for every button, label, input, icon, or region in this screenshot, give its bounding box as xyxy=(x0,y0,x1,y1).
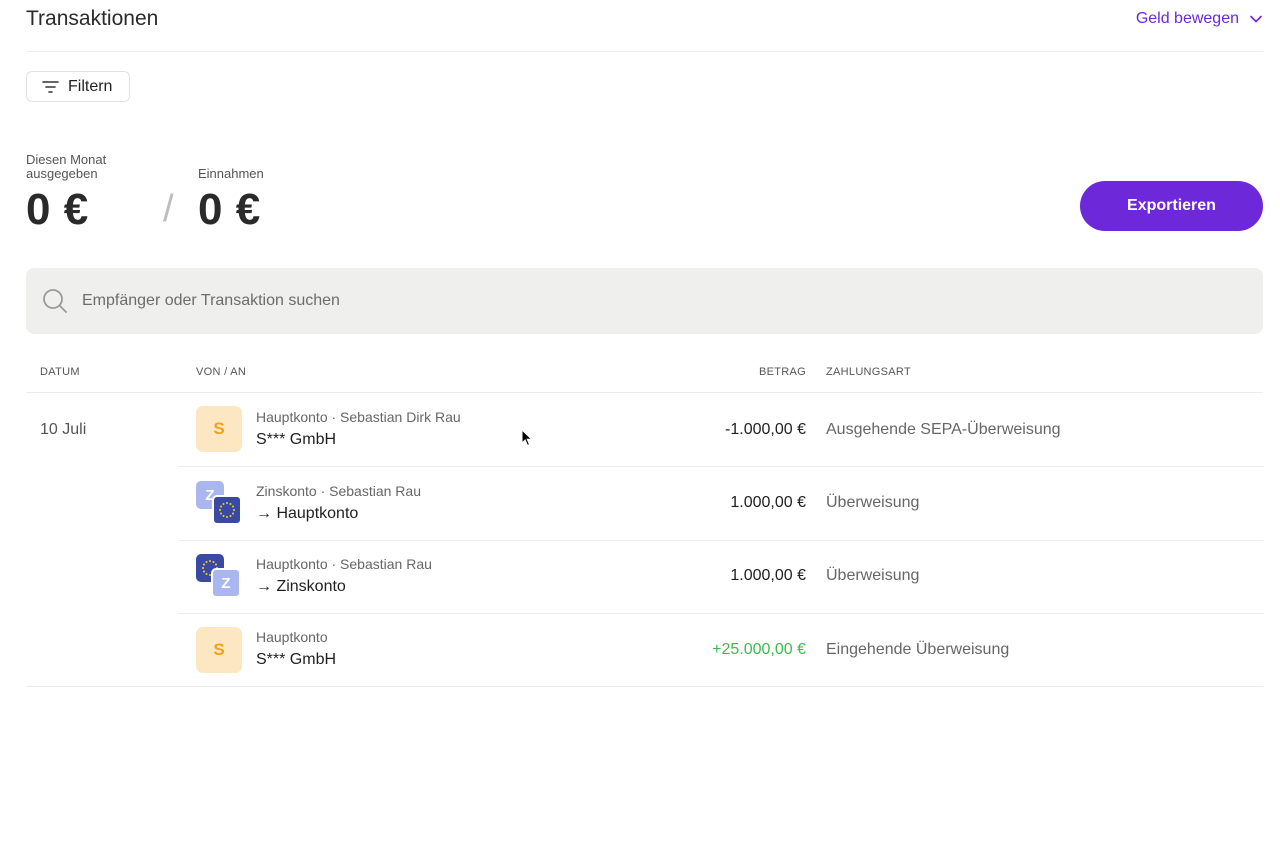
row-payment-method: Eingehende Überweisung xyxy=(826,641,1010,658)
company-s-avatar: S xyxy=(196,406,242,452)
table-row[interactable] xyxy=(178,467,1263,541)
company-s-avatar: S xyxy=(196,627,242,673)
export-button[interactable]: Exportieren xyxy=(1080,181,1263,231)
page-header: Transaktionen Geld bewegen xyxy=(26,0,1263,52)
zinskonto-to-hauptkonto-icon: Z xyxy=(196,481,242,527)
spent-label-line2: ausgegeben xyxy=(26,166,98,181)
row-amount: -1.000,00 € xyxy=(725,421,806,438)
row-amount: +25.000,00 € xyxy=(712,641,806,658)
row-account-info: Hauptkonto · Sebastian Dirk Rau xyxy=(256,409,461,425)
search-icon xyxy=(43,289,67,313)
table-row[interactable] xyxy=(178,393,1263,467)
row-payment-method: Ausgehende SEPA-Überweisung xyxy=(826,421,1061,438)
filter-icon xyxy=(42,80,59,93)
eu-stars-icon xyxy=(212,495,242,525)
stats-separator: / xyxy=(163,188,174,230)
row-counterparty: S*** GmbH xyxy=(256,651,337,668)
move-money-label: Geld bewegen xyxy=(1135,10,1239,27)
table-row[interactable] xyxy=(178,540,1263,614)
income-label: Einnahmen xyxy=(198,166,264,181)
spent-label: Diesen Monat ausgegeben xyxy=(26,153,106,181)
row-counterparty: S*** GmbH xyxy=(256,431,337,448)
row-amount: 1.000,00 € xyxy=(730,567,806,584)
row-account-info: Hauptkonto · Sebastian Rau xyxy=(256,556,432,572)
row-counterparty: → Zinskonto xyxy=(256,578,346,595)
spent-value: 0 € xyxy=(26,185,89,234)
row-payment-method: Überweisung xyxy=(826,567,920,584)
page-title: Transaktionen xyxy=(26,7,159,30)
income-value: 0 € xyxy=(198,185,261,234)
row-account-info: Zinskonto · Sebastian Rau xyxy=(256,483,421,499)
filter-button[interactable]: Filtern xyxy=(26,71,130,102)
chevron-down-icon xyxy=(1250,15,1262,23)
column-header-method[interactable]: ZAHLUNGSART xyxy=(826,366,911,378)
mouse-cursor-icon xyxy=(521,429,533,447)
row-amount: 1.000,00 € xyxy=(730,494,806,511)
column-header-party[interactable]: VON / AN xyxy=(196,366,246,378)
row-account-info: Hauptkonto xyxy=(256,629,328,645)
row-payment-method: Überweisung xyxy=(826,494,920,511)
search-bar[interactable] xyxy=(26,268,1263,334)
date-group-label: 10 Juli xyxy=(40,421,87,438)
column-header-amount[interactable]: BETRAG xyxy=(759,366,806,378)
spent-label-line1: Diesen Monat xyxy=(26,152,107,167)
row-counterparty: → Hauptkonto xyxy=(256,505,359,522)
column-header-date[interactable]: DATUM xyxy=(40,366,80,378)
filter-label: Filtern xyxy=(68,77,113,95)
zinskonto-badge: Z xyxy=(211,568,241,598)
search-input[interactable] xyxy=(82,292,1182,310)
hauptkonto-to-zinskonto-icon: Z xyxy=(196,554,242,600)
move-money-dropdown[interactable]: Geld bewegen xyxy=(1136,10,1263,28)
